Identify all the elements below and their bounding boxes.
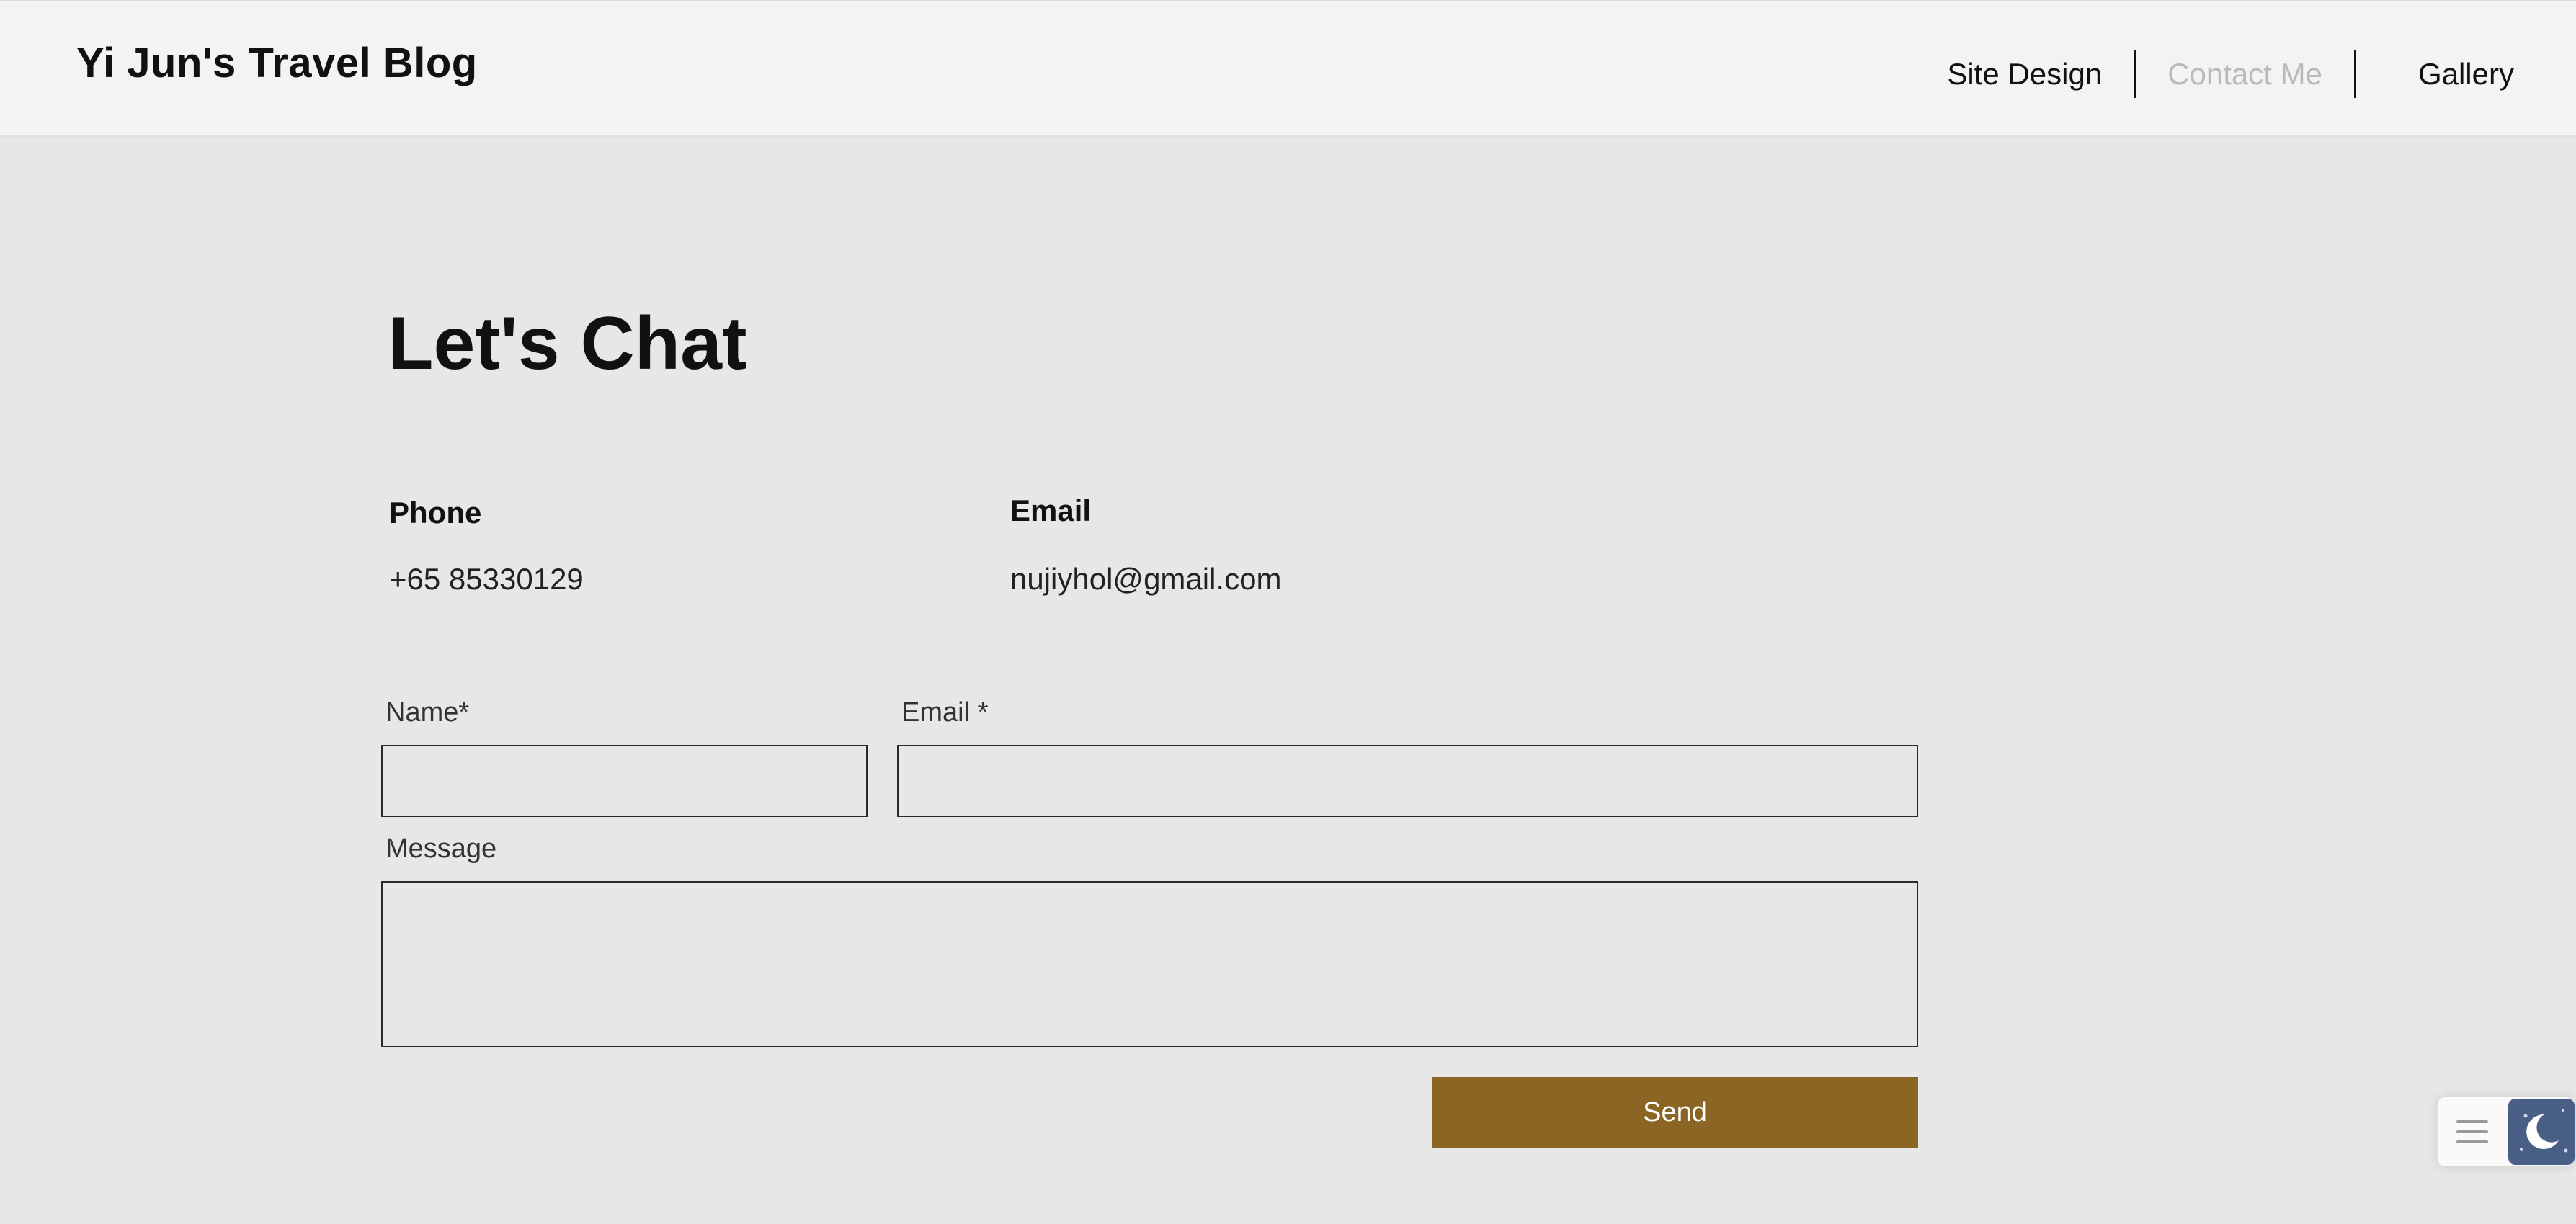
email-input[interactable] xyxy=(897,745,1918,817)
send-button[interactable]: Send xyxy=(1432,1077,1918,1148)
hamburger-icon[interactable] xyxy=(2456,1120,2488,1143)
email-label: Email * xyxy=(901,697,989,728)
nav-item-site-design[interactable]: Site Design xyxy=(1915,57,2134,91)
accessibility-widget xyxy=(2438,1097,2575,1166)
nav-divider xyxy=(2353,50,2356,98)
nav-item-gallery[interactable]: Gallery xyxy=(2386,57,2514,91)
phone-value: +65 85330129 xyxy=(389,562,584,596)
page-title: Let's Chat xyxy=(388,302,747,385)
moon-icon xyxy=(2520,1109,2568,1153)
nav-item-contact-me[interactable]: Contact Me xyxy=(2136,57,2354,91)
name-input[interactable] xyxy=(381,745,868,817)
message-textarea[interactable] xyxy=(381,881,1918,1047)
site-title[interactable]: Yi Jun's Travel Blog xyxy=(76,39,478,87)
name-label: Name* xyxy=(385,697,470,728)
message-label: Message xyxy=(385,834,497,864)
main-nav: Site Design Contact Me Gallery xyxy=(1915,49,2514,99)
dark-mode-button[interactable] xyxy=(2508,1099,2575,1165)
site-header: Yi Jun's Travel Blog Site Design Contact… xyxy=(0,0,2576,137)
phone-heading: Phone xyxy=(389,496,482,530)
email-value[interactable]: nujiyhol@gmail.com xyxy=(1010,562,1281,597)
email-heading: Email xyxy=(1010,493,1092,527)
